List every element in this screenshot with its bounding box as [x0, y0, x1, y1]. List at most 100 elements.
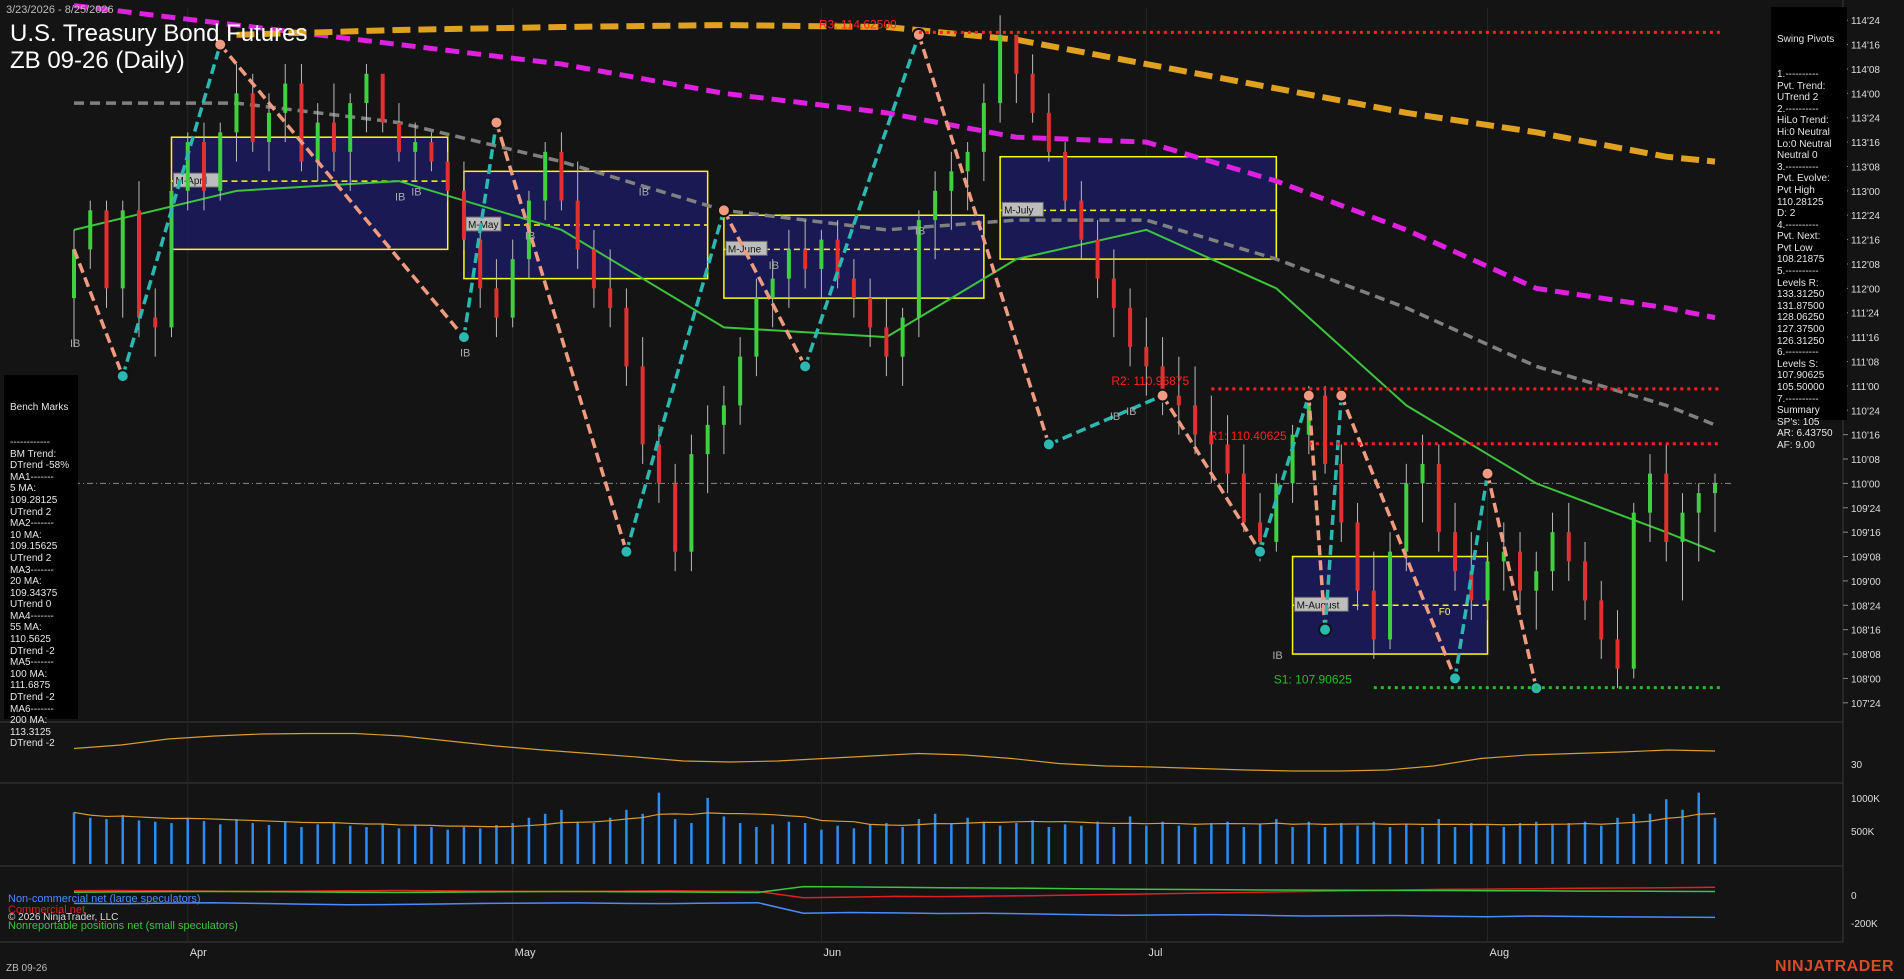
- candle-body: [543, 151, 548, 201]
- bench-marks-lines: ------------ BM Trend: DTrend -58% MA1-----…: [10, 437, 72, 750]
- ib-mark: IB: [395, 192, 405, 204]
- candle-body: [153, 317, 158, 328]
- candle-body: [1550, 532, 1555, 572]
- cot-tick-label: 0: [1851, 891, 1857, 902]
- ib-mark: IB: [639, 187, 649, 199]
- bench-line: DTrend -2: [10, 645, 55, 657]
- ib-mark: IB: [70, 338, 80, 350]
- swing-pivot-marker: [1041, 437, 1056, 452]
- pivots-line: 1.----------: [1777, 68, 1819, 80]
- swing-pivots-lines: 1.---------- Pvt. Trend: UTrend 2 2.-------…: [1777, 69, 1841, 452]
- candle-body: [1014, 34, 1019, 74]
- swing-pivot-marker: [798, 359, 813, 374]
- price-tick-label: 108'24: [1851, 601, 1881, 612]
- candle-body: [1713, 483, 1717, 494]
- level-label: R1: 110.40625: [1209, 429, 1287, 443]
- price-tick-label: 110'08: [1851, 455, 1880, 466]
- month-label: Jun: [823, 947, 841, 959]
- bench-line: 5 MA:: [10, 483, 37, 495]
- bench-line: MA2-------: [10, 518, 54, 530]
- month-label: May: [515, 947, 536, 959]
- candle-body: [1436, 463, 1441, 533]
- candle-body: [185, 142, 190, 191]
- candle-body: [1631, 512, 1636, 669]
- brand-logo: NINJATRADER: [1775, 958, 1894, 975]
- candle-body: [754, 298, 759, 357]
- candle-body: [299, 83, 304, 162]
- candle-body: [218, 132, 223, 191]
- ib-mark: IB: [411, 187, 421, 199]
- bench-line: UTrend 2: [10, 506, 52, 518]
- candle-body: [721, 405, 726, 425]
- candle-body: [1485, 561, 1490, 601]
- box-label: M-July: [1004, 205, 1033, 216]
- pivots-line: 6.----------: [1777, 347, 1819, 359]
- bench-marks-title: Bench Marks: [10, 402, 69, 414]
- bench-line: DTrend -58%: [10, 460, 70, 472]
- candle-body: [1046, 112, 1051, 152]
- candle-body: [1079, 200, 1084, 240]
- candle-body: [1371, 590, 1376, 640]
- ib-mark: IB: [915, 226, 925, 238]
- pivots-line: AF: 9.00: [1777, 439, 1815, 451]
- candle-body: [689, 454, 694, 552]
- swing-pivot-marker: [1253, 544, 1268, 559]
- swing-pivot-marker: [1334, 388, 1349, 403]
- candle-body: [266, 112, 271, 143]
- bench-line: 113.3125: [10, 726, 51, 738]
- month-label: Apr: [190, 947, 207, 959]
- candle-body: [445, 161, 450, 191]
- candle-body: [770, 278, 775, 299]
- bench-line: 100 MA:: [10, 668, 48, 680]
- candle-body: [1599, 600, 1604, 640]
- price-tick-label: 111'08: [1851, 358, 1880, 369]
- ib-mark: IB: [769, 260, 779, 272]
- bench-line: 10 MA:: [10, 529, 42, 541]
- candle-body: [656, 444, 661, 484]
- pivots-line: Pvt. Evolve:: [1777, 173, 1830, 185]
- pivots-line: UTrend 2: [1777, 92, 1819, 104]
- bench-line: 200 MA:: [10, 715, 48, 727]
- candle-body: [429, 142, 434, 162]
- candle-body: [803, 249, 808, 269]
- candle-body: [283, 83, 288, 113]
- bench-line: UTrend 0: [10, 599, 52, 611]
- price-tick-label: 108'16: [1851, 626, 1881, 637]
- swing-pivot-marker: [1480, 466, 1495, 481]
- pivots-line: 128.06250: [1777, 312, 1825, 324]
- bench-line: MA5-------: [10, 657, 54, 669]
- candle-body: [104, 210, 109, 289]
- candle-body: [705, 424, 710, 455]
- candle-body: [1534, 571, 1539, 591]
- candle-body: [510, 259, 515, 318]
- candle-body: [738, 356, 743, 406]
- bench-line: 109.34375: [10, 587, 58, 599]
- cot-tick-label: -200K: [1851, 919, 1878, 930]
- price-tick-label: 111'16: [1851, 333, 1880, 344]
- candle-body: [900, 317, 905, 357]
- candle-body: [608, 288, 613, 308]
- candle-body: [1095, 239, 1100, 279]
- pivots-line: 127.37500: [1777, 324, 1825, 336]
- price-tick-label: 114'24: [1851, 16, 1880, 27]
- bench-line: MA3-------: [10, 564, 54, 576]
- chart-canvas: 114'24 114'16 114'08 114'00 113'24 113'16 113'…: [0, 0, 1904, 979]
- candle-body: [559, 151, 564, 201]
- bench-line: 20 MA:: [10, 576, 42, 588]
- pivots-line: Pvt. Trend:: [1777, 80, 1826, 92]
- price-tick-label: 112'08: [1851, 260, 1880, 271]
- candle-body: [461, 190, 466, 240]
- pivots-line: 3.----------: [1777, 161, 1819, 173]
- pivots-line: Hi:0 Neutral: [1777, 126, 1830, 138]
- box-label: M-August: [1297, 600, 1340, 611]
- candle-body: [1615, 639, 1620, 669]
- bench-line: BM Trend:: [10, 448, 57, 460]
- candle-body: [965, 151, 970, 172]
- candle-body: [1225, 444, 1230, 474]
- candle-body: [1680, 512, 1685, 542]
- pivots-line: 131.87500: [1777, 300, 1825, 312]
- candle-body: [998, 34, 1003, 104]
- candle-body: [1404, 483, 1409, 552]
- price-tick-label: 108'08: [1851, 650, 1881, 661]
- candle-body: [851, 278, 856, 299]
